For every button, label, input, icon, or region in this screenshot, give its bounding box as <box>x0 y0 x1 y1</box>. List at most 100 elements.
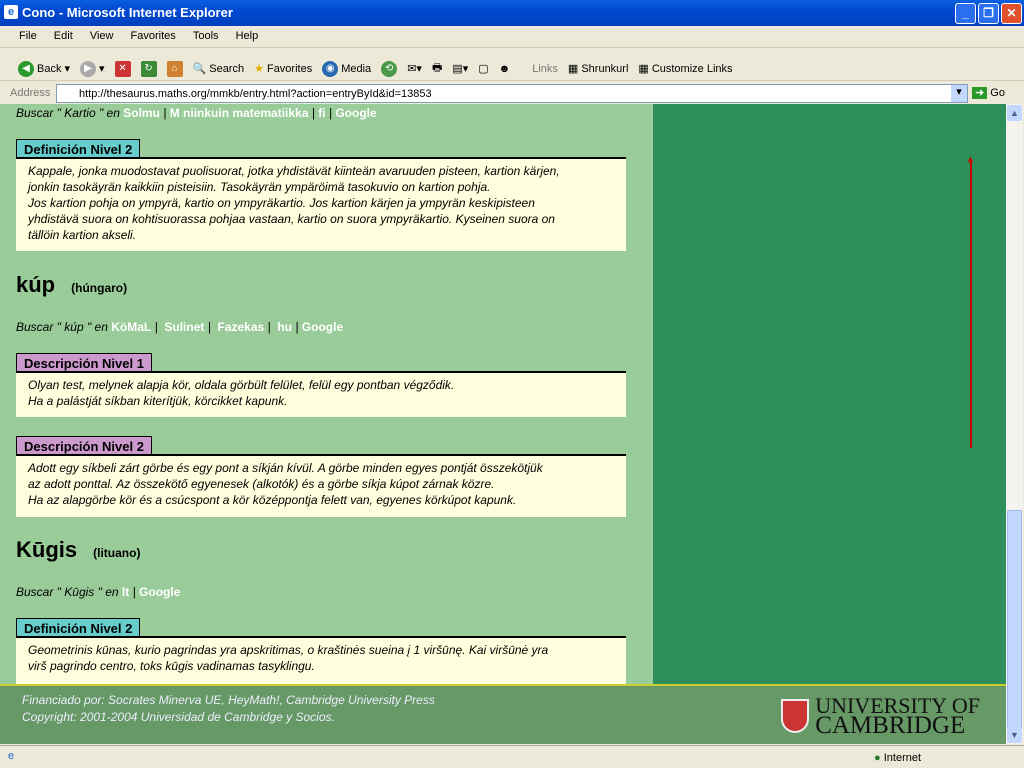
home-icon[interactable]: ⌂ <box>166 60 183 77</box>
address-label: Address <box>10 87 51 99</box>
menu-favorites[interactable]: Favorites <box>131 30 176 42</box>
close-button[interactable]: ✕ <box>1001 3 1022 24</box>
title-bar: e Cono - Microsoft Internet Explorer _ ❐… <box>0 0 1024 26</box>
search-links-kugis: Buscar " Kūgis " en lt | Google <box>16 585 181 599</box>
description-box: Olyan test, melynek alapja kör, oldala g… <box>16 371 626 417</box>
term: Kūgis <box>16 537 78 562</box>
mail-icon[interactable]: ✉▾ <box>407 62 422 75</box>
text-line: Jos kartion pohja on ympyrä, kartio on y… <box>28 196 535 210</box>
customize-links-link[interactable]: ▦ Customize Links <box>638 62 733 76</box>
description-tab: Descripción Nivel 2 <box>16 436 152 455</box>
text-line: jonkin tasokäyrän kaikkiin pisteisiin. T… <box>28 180 491 194</box>
link-hu[interactable]: hu <box>277 320 292 334</box>
term-heading: kúp (húngaro) <box>16 272 127 298</box>
dropdown-icon[interactable]: ▾ <box>951 85 967 102</box>
search-prefix: Buscar " kúp " en <box>16 320 112 334</box>
page-icon: ▦ <box>638 63 649 75</box>
refresh-icon[interactable]: ↻ <box>140 60 157 77</box>
search-button[interactable]: 🔍 Search <box>192 62 245 76</box>
link-m-niinkuin[interactable]: M niinkuin matematiikka <box>170 106 309 120</box>
link-google[interactable]: Google <box>139 585 180 599</box>
minimize-button[interactable]: _ <box>955 3 976 24</box>
term-language: (húngaro) <box>71 281 128 295</box>
vertical-scrollbar[interactable]: ▲ ▼ <box>1006 104 1023 744</box>
security-zone: ● Internet <box>874 752 921 764</box>
link-sulinet[interactable]: Sulinet <box>164 320 204 334</box>
media-button[interactable]: ◉ Media <box>322 60 371 77</box>
link-komal[interactable]: KöMaL <box>111 320 151 334</box>
links-label: Links <box>532 62 558 75</box>
menu-edit[interactable]: Edit <box>54 30 73 42</box>
search-links-kup: Buscar " kúp " en KöMaL | Sulinet | Faze… <box>16 320 344 334</box>
link-google[interactable]: Google <box>302 320 343 334</box>
search-links-kartio: Buscar " Kartio " en Solmu | M niinkuin … <box>16 106 377 120</box>
favorites-button[interactable]: ★ Favorites <box>254 62 313 76</box>
star-icon: ★ <box>254 63 264 75</box>
cambridge-logo[interactable]: UNIVERSITY OF CAMBRIDGE <box>781 695 980 739</box>
stop-icon[interactable]: ✕ <box>114 60 131 77</box>
print-icon[interactable]: 🖶 <box>432 59 442 78</box>
text-line: Geometrinis kūnas, kurio pagrindas yra a… <box>28 643 549 657</box>
page-icon: e <box>8 750 15 762</box>
history-icon[interactable]: ⟲ <box>381 60 398 77</box>
menu-tools[interactable]: Tools <box>193 30 219 42</box>
link-lt[interactable]: lt <box>122 585 129 599</box>
text-line: az adott ponttal. Az összekötő egyenesek… <box>28 477 495 491</box>
text-line: virš pagrindo centro, toks kūgis vadinam… <box>28 659 315 673</box>
window-title: Cono - Microsoft Internet Explorer <box>22 5 233 20</box>
link-google[interactable]: Google <box>335 106 376 120</box>
page-icon: ▦ <box>567 63 579 75</box>
customize-label: Customize Links <box>651 62 733 75</box>
edit-icon[interactable]: ▤▾ <box>452 62 468 75</box>
text-line: Kappale, jonka muodostavat puolisuorat, … <box>28 164 560 178</box>
scroll-up-button[interactable]: ▲ <box>1007 105 1022 121</box>
ie-icon: e <box>4 5 18 19</box>
shrunkurl-link[interactable]: ▦ Shrunkurl <box>567 62 628 76</box>
menu-view[interactable]: View <box>90 30 114 42</box>
description-box: Adott egy síkbeli zárt görbe és egy pont… <box>16 454 626 517</box>
globe-icon: ● <box>874 752 881 764</box>
back-button[interactable]: ◀ Back ▾ <box>18 60 70 77</box>
text-line: Ha a palástját síkban kiterítjük, körcik… <box>28 394 288 408</box>
menu-file[interactable]: File <box>19 30 37 42</box>
definition-tab: Definición Nivel 2 <box>16 139 141 158</box>
discuss-icon[interactable]: ▢ <box>478 62 488 75</box>
go-button[interactable]: ➜ Go <box>972 86 1005 99</box>
search-prefix: Buscar " Kartio " en <box>16 106 124 120</box>
address-url: http://thesaurus.maths.org/mmkb/entry.ht… <box>79 88 432 100</box>
term-heading: Kūgis (lituano) <box>16 537 140 563</box>
text-line: Adott egy síkbeli zárt görbe és egy pont… <box>28 461 543 475</box>
favorites-label: Favorites <box>266 62 313 75</box>
scroll-thumb[interactable] <box>1007 510 1022 730</box>
description-tab: Descripción Nivel 1 <box>16 353 152 372</box>
back-label: Back <box>37 62 62 75</box>
link-fi[interactable]: fi <box>318 106 325 120</box>
link-solmu[interactable]: Solmu <box>123 106 160 120</box>
right-panel <box>653 104 1006 684</box>
zone-label: Internet <box>883 752 922 764</box>
menu-help[interactable]: Help <box>236 30 259 42</box>
cambridge-shield-icon <box>781 699 810 733</box>
text-line: tällöin kartion akseli. <box>28 228 137 242</box>
go-label: Go <box>990 87 1005 99</box>
address-input[interactable]: http://thesaurus.maths.org/mmkb/entry.ht… <box>56 84 968 103</box>
text-line: Olyan test, melynek alapja kör, oldala g… <box>28 378 455 392</box>
search-icon: 🔍 <box>192 63 207 75</box>
media-icon: ◉ <box>322 60 339 77</box>
status-bar: e ● Internet <box>0 745 1024 768</box>
messenger-icon[interactable]: ☻ <box>499 63 511 75</box>
forward-arrow-icon: ▶ <box>80 60 96 77</box>
term: kúp <box>16 272 56 297</box>
menu-bar: File Edit View Favorites Tools Help <box>0 26 1024 48</box>
link-fazekas[interactable]: Fazekas <box>218 320 265 334</box>
logo-line2: CAMBRIDGE <box>815 712 966 739</box>
forward-button[interactable]: ▶ ▾ <box>80 60 105 77</box>
maximize-button[interactable]: ❐ <box>978 3 999 24</box>
red-arrow: ▲ <box>966 154 975 448</box>
term-language: (lituano) <box>93 546 141 560</box>
toolbar: ◀ Back ▾ ▶ ▾ ✕ ↻ ⌂ 🔍 Search ★ Favorites ◉ Me… <box>0 49 1024 81</box>
search-label: Search <box>209 62 245 75</box>
page-content: ▲ Buscar " Kartio " en Solmu | M niinkui… <box>0 104 1006 744</box>
search-prefix: Buscar " Kūgis " en <box>16 585 122 599</box>
scroll-down-button[interactable]: ▼ <box>1007 727 1022 743</box>
